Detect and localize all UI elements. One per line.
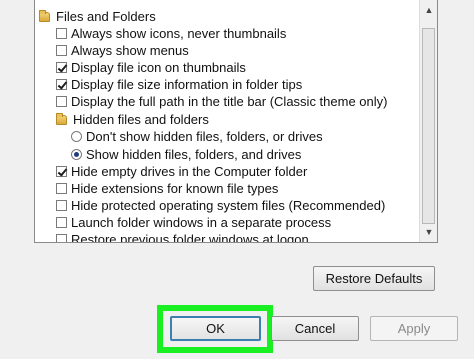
- advanced-settings-list: Files and Folders Always show icons, nev…: [34, 0, 438, 243]
- option-always-show-menus[interactable]: Always show menus: [56, 42, 189, 59]
- option-dont-show-hidden[interactable]: Don't show hidden files, folders, or dri…: [71, 128, 323, 145]
- option-hide-empty-drives[interactable]: Hide empty drives in the Computer folder: [56, 163, 307, 180]
- checkbox[interactable]: [56, 183, 67, 194]
- checkbox[interactable]: [56, 45, 67, 56]
- cancel-button[interactable]: Cancel: [271, 316, 359, 341]
- group-files-and-folders: Files and Folders: [39, 8, 156, 25]
- vertical-scrollbar[interactable]: ▲ ▼: [419, 0, 437, 242]
- checkbox[interactable]: [56, 234, 67, 242]
- checkbox[interactable]: [56, 217, 67, 228]
- checkbox[interactable]: [56, 96, 67, 107]
- scroll-thumb[interactable]: [422, 28, 435, 224]
- option-hide-protected-files[interactable]: Hide protected operating system files (R…: [56, 197, 385, 214]
- checkbox[interactable]: [56, 166, 67, 177]
- option-label: Don't show hidden files, folders, or dri…: [86, 129, 323, 144]
- folder-options-dialog: Files and Folders Always show icons, nev…: [0, 0, 474, 359]
- checkbox[interactable]: [56, 200, 67, 211]
- option-label: Display the full path in the title bar (…: [71, 94, 388, 109]
- option-label: Always show icons, never thumbnails: [71, 26, 287, 41]
- option-label: Show hidden files, folders, and drives: [86, 147, 302, 162]
- option-label: Hide protected operating system files (R…: [71, 198, 386, 213]
- option-show-hidden[interactable]: Show hidden files, folders, and drives: [71, 146, 301, 163]
- option-display-file-size[interactable]: Display file size information in folder …: [56, 76, 302, 93]
- option-label: Hide extensions for known file types: [71, 181, 279, 196]
- scroll-down-arrow-icon[interactable]: ▼: [421, 224, 437, 240]
- radio-button[interactable]: [71, 131, 82, 142]
- option-label: Display file size information in folder …: [71, 77, 303, 92]
- ok-button[interactable]: OK: [170, 316, 261, 341]
- radio-button[interactable]: [71, 149, 82, 160]
- option-hide-extensions[interactable]: Hide extensions for known file types: [56, 180, 278, 197]
- group-hidden-files: Hidden files and folders: [56, 111, 209, 128]
- restore-defaults-button[interactable]: Restore Defaults: [313, 266, 435, 291]
- option-label: Launch folder windows in a separate proc…: [71, 215, 332, 230]
- option-label: Hide empty drives in the Computer folder: [71, 164, 308, 179]
- option-launch-separate-process[interactable]: Launch folder windows in a separate proc…: [56, 214, 331, 231]
- scroll-up-arrow-icon[interactable]: ▲: [421, 2, 437, 18]
- checkbox[interactable]: [56, 79, 67, 90]
- option-label: Always show menus: [71, 43, 189, 58]
- folder-icon: [39, 9, 50, 22]
- apply-button[interactable]: Apply: [370, 316, 458, 341]
- folder-icon: [56, 112, 67, 125]
- option-label: Restore previous folder windows at logon: [71, 232, 309, 243]
- checkbox[interactable]: [56, 62, 67, 73]
- option-label: Display file icon on thumbnails: [71, 60, 246, 75]
- group-label: Hidden files and folders: [73, 112, 209, 127]
- group-label: Files and Folders: [56, 9, 156, 24]
- option-display-full-path[interactable]: Display the full path in the title bar (…: [56, 93, 387, 110]
- checkbox[interactable]: [56, 28, 67, 39]
- option-always-show-icons[interactable]: Always show icons, never thumbnails: [56, 25, 286, 42]
- option-restore-previous-windows[interactable]: Restore previous folder windows at logon: [56, 231, 309, 243]
- option-display-file-icon[interactable]: Display file icon on thumbnails: [56, 59, 246, 76]
